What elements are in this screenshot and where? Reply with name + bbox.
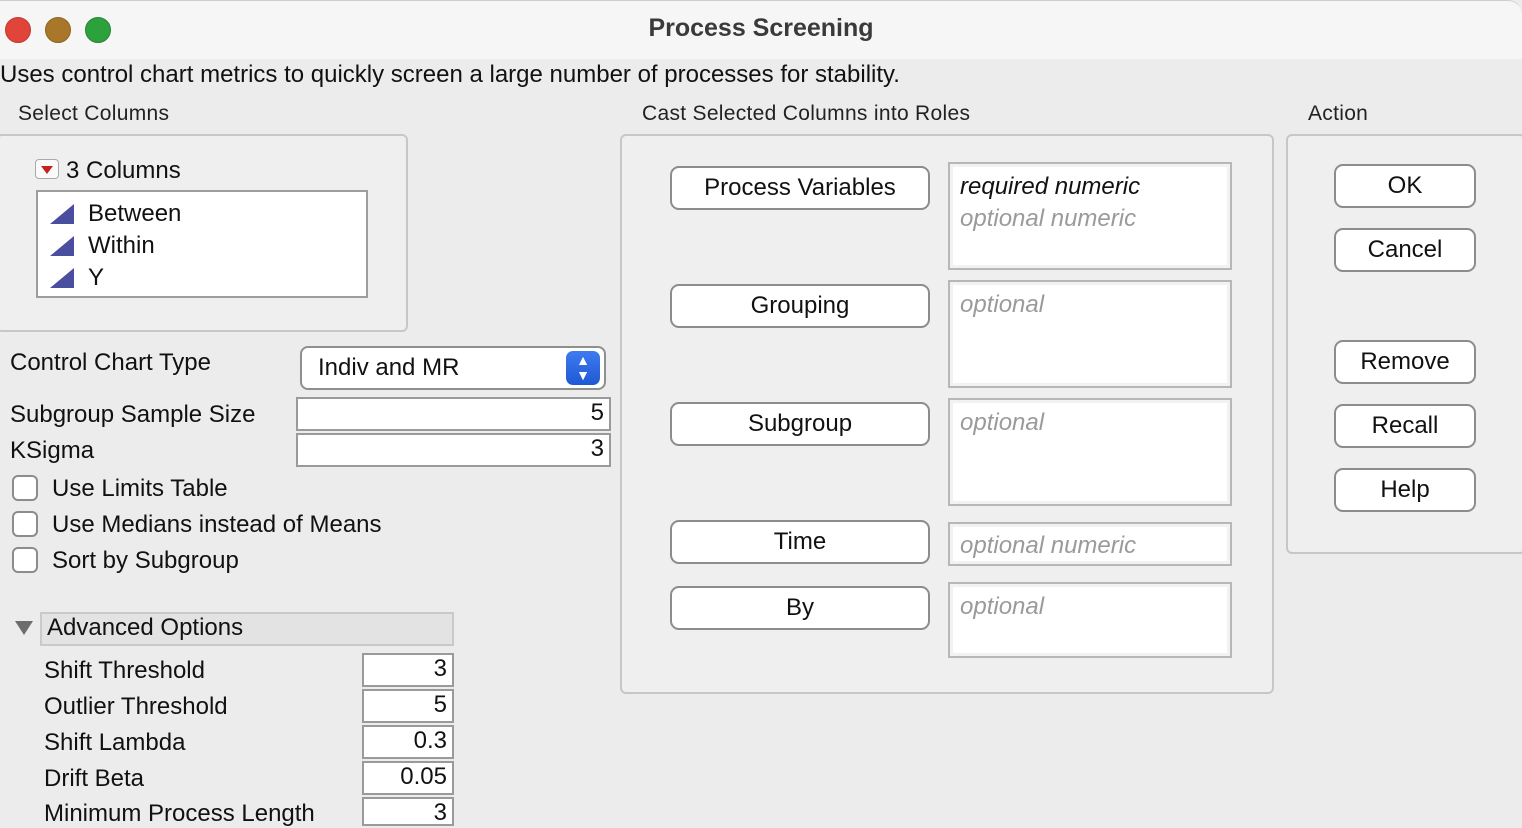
drift-beta-label: Drift Beta (44, 765, 145, 792)
use-limits-table-checkbox[interactable] (12, 475, 38, 501)
continuous-column-icon (50, 236, 74, 256)
optional-hint: optional numeric (960, 532, 1137, 559)
list-item-between[interactable]: Between (48, 198, 181, 230)
by-box[interactable]: optional (948, 582, 1232, 658)
action-label: Action (1308, 102, 1369, 125)
time-button[interactable]: Time (670, 520, 930, 564)
subgroup-box[interactable]: optional (948, 398, 1232, 506)
control-chart-type-select[interactable]: Indiv and MR ▲ ▼ (300, 346, 606, 390)
shift-threshold-field[interactable]: 3 (362, 653, 454, 687)
list-item-y[interactable]: Y (48, 262, 104, 294)
grouping-button[interactable]: Grouping (670, 284, 930, 328)
time-box[interactable]: optional numeric (948, 522, 1232, 566)
by-button[interactable]: By (670, 586, 930, 630)
process-variables-button[interactable]: Process Variables (670, 166, 930, 210)
recall-button[interactable]: Recall (1334, 404, 1476, 448)
sort-by-subgroup-label: Sort by Subgroup (52, 547, 239, 574)
column-name: Between (88, 200, 182, 227)
optional-hint: optional (960, 593, 1045, 620)
minimum-process-length-field[interactable]: 3 (362, 797, 454, 826)
shift-lambda-label: Shift Lambda (44, 729, 186, 756)
sort-by-subgroup-checkbox[interactable] (12, 547, 38, 573)
list-item-within[interactable]: Within (48, 230, 155, 262)
chevron-up-down-icon: ▲ ▼ (566, 351, 600, 385)
drift-beta-field[interactable]: 0.05 (362, 761, 454, 795)
use-medians-label: Use Medians instead of Means (52, 511, 382, 538)
outlier-threshold-field[interactable]: 5 (362, 689, 454, 723)
process-variables-box[interactable]: required numeric optional numeric (948, 162, 1232, 270)
roles-label: Cast Selected Columns into Roles (642, 102, 971, 125)
window-title: Process Screening (648, 14, 874, 42)
subgroup-size-label: Subgroup Sample Size (10, 401, 256, 428)
minimum-process-length-label: Minimum Process Length (44, 800, 315, 827)
continuous-column-icon (50, 268, 74, 288)
shift-threshold-label: Shift Threshold (44, 657, 205, 684)
required-hint: required numeric (960, 173, 1141, 200)
ok-button[interactable]: OK (1334, 164, 1476, 208)
subgroup-button[interactable]: Subgroup (670, 402, 930, 446)
dialog-description: Uses control chart metrics to quickly sc… (0, 61, 900, 88)
advanced-options-header[interactable]: Advanced Options (40, 612, 454, 646)
shift-lambda-field[interactable]: 0.3 (362, 725, 454, 759)
select-columns-label: Select Columns (18, 102, 170, 125)
column-name: Within (88, 232, 155, 259)
ksigma-field[interactable]: 3 (296, 433, 611, 467)
disclosure-triangle-icon[interactable] (15, 621, 33, 635)
cancel-button[interactable]: Cancel (1334, 228, 1476, 272)
continuous-column-icon (50, 204, 74, 224)
optional-hint: optional (960, 291, 1045, 318)
grouping-box[interactable]: optional (948, 280, 1232, 388)
control-chart-type-label: Control Chart Type (10, 349, 211, 376)
column-name: Y (88, 264, 105, 291)
ksigma-label: KSigma (10, 437, 95, 464)
remove-button[interactable]: Remove (1334, 340, 1476, 384)
optional-hint: optional numeric (960, 205, 1137, 232)
control-chart-type-value: Indiv and MR (318, 354, 460, 381)
subgroup-size-field[interactable]: 5 (296, 397, 611, 431)
column-list[interactable]: Between Within Y (36, 190, 368, 298)
help-button[interactable]: Help (1334, 468, 1476, 512)
use-medians-checkbox[interactable] (12, 511, 38, 537)
column-count-label: 3 Columns (66, 157, 181, 184)
optional-hint: optional (960, 409, 1045, 436)
use-limits-table-label: Use Limits Table (52, 475, 228, 502)
red-disclosure-icon[interactable] (35, 159, 59, 179)
outlier-threshold-label: Outlier Threshold (44, 693, 228, 720)
